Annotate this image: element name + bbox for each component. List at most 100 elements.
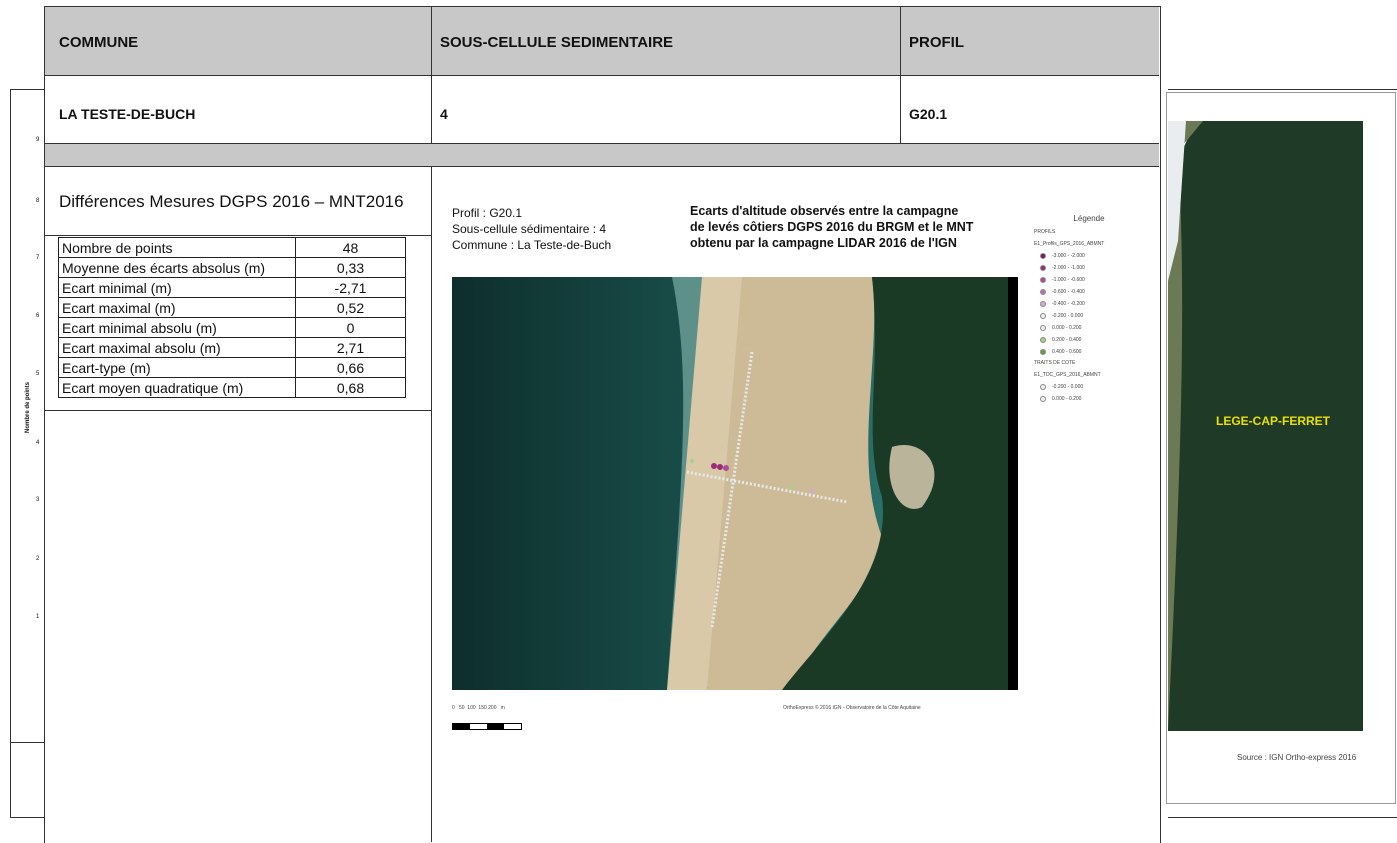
legend-item: -2.000 - -1.000 [1034,262,1144,274]
left-bracket-mid [10,742,44,743]
divider [900,7,901,143]
legend-item: -0.200 - 0.000 [1034,381,1144,393]
stats-row: Moyenne des écarts absolus (m) 0,33 [58,257,406,278]
legend-item: -3.000 - -2.000 [1034,250,1144,262]
legend-item: -0.600 - -0.400 [1034,286,1144,298]
legend-dot-icon [1040,349,1046,355]
stats-value: 0,68 [295,377,406,398]
axis-tick: 4 [36,440,40,446]
legend-dot-icon [1040,277,1046,283]
axis-tick: 3 [36,497,40,503]
stats-label: Ecart moyen quadratique (m) [58,377,296,398]
legend-layer-2: E1_TDC_GPS_2016_ABMNT [1034,372,1101,378]
axis-tick: 2 [36,556,40,562]
map-info-2: Sous-cellule sédimentaire : 4 [452,222,607,236]
content-divider [431,167,432,842]
stats-label: Moyenne des écarts absolus (m) [58,257,296,278]
stats-row: Ecart maximal (m) 0,52 [58,297,406,318]
stats-value: 48 [295,237,406,258]
side-place-label: LEGE-CAP-FERRET [1216,414,1330,428]
legend-dot-icon [1040,325,1046,331]
stats-title: Différences Mesures DGPS 2016 – MNT2016 [59,192,404,211]
header-profil: PROFIL [909,34,964,51]
legend-item: -0.400 - -0.200 [1034,298,1144,310]
map-title-1: Ecarts d'altitude observés entre la camp… [690,204,959,218]
stats-label: Ecart maximal absolu (m) [58,337,296,358]
side-source: Source : IGN Ortho-express 2016 [1237,753,1357,762]
axis-tick: 5 [36,371,40,377]
left-bracket-top [10,89,44,90]
legend-item: 0.000 - 0.200 [1034,393,1144,405]
stats-row: Ecart maximal absolu (m) 2,71 [58,337,406,358]
axis-tick: 6 [36,313,40,319]
legend-group-1: PROFILS [1034,229,1056,235]
legend-label: -0.200 - 0.000 [1052,313,1084,319]
stats-row: Ecart-type (m) 0,66 [58,357,406,378]
stats-label: Ecart minimal (m) [58,277,296,298]
value-cellule: 4 [440,106,448,122]
axis-label: Nombre de points [25,381,31,433]
map-credit: OrthoExpress © 2016 IGN - Observatoire d… [783,705,921,711]
legend-label: 0.000 - 0.200 [1052,396,1082,402]
stats-value: 2,71 [295,337,406,358]
legend-label: -0.600 - -0.400 [1052,289,1085,295]
legend-group-2: TRAITS DE COTE [1034,360,1076,366]
map-info-3: Commune : La Teste-de-Buch [452,238,612,252]
legend-label: 0.000 - 0.200 [1052,325,1082,331]
stats-value: 0,33 [295,257,406,278]
stats-value: 0,66 [295,357,406,378]
legend-layer-1: E1_Profils_GPS_2016_ABMNT [1034,241,1105,247]
map-title-2: de levés côtiers DGPS 2016 du BRGM et le… [690,220,974,234]
stats-value: -2,71 [295,277,406,298]
aerial-map-graphic [452,277,1018,690]
stats-row: Ecart minimal (m) -2,71 [58,277,406,298]
stats-value: 0,52 [295,297,406,318]
legend-dot-icon [1040,337,1046,343]
header-commune: COMMUNE [59,34,139,51]
values-row [45,76,1159,144]
map-legend: Légende PROFILS E1_Profils_GPS_2016_ABMN… [1034,214,1144,405]
legend-label: -1.000 - -0.600 [1052,277,1085,283]
stats-label: Ecart minimal absolu (m) [58,317,296,338]
legend-item: 0.000 - 0.200 [1034,322,1144,334]
legend-dot-icon [1040,384,1046,390]
legend-item: 0.200 - 0.400 [1034,334,1144,346]
side-top-line [1168,89,1397,90]
stats-label: Ecart-type (m) [58,357,296,378]
legend-dot-icon [1040,313,1046,319]
axis-tick: 1 [36,614,40,620]
stats-label: Nombre de points [58,237,296,258]
stats-row: Ecart moyen quadratique (m) 0,68 [58,377,406,398]
legend-label: -0.400 - -0.200 [1052,301,1085,307]
legend-label: 0.400 - 0.600 [1052,349,1082,355]
legend-dot-icon [1040,396,1046,402]
axis-tick: 9 [36,137,40,143]
stats-value: 0 [295,317,406,338]
legend-dot-icon [1040,265,1046,271]
stats-row: Ecart minimal absolu (m) 0 [58,317,406,338]
stats-bottom-line [45,410,431,411]
legend-item: -0.200 - 0.000 [1034,310,1144,322]
map-title-3: obtenu par la campagne LIDAR 2016 de l'I… [690,236,957,250]
axis-tick: 7 [36,255,40,261]
left-bracket-line [10,89,11,817]
legend-item: 0.400 - 0.600 [1034,346,1144,358]
legend-label: -0.200 - 0.000 [1052,384,1084,390]
legend-dot-icon [1040,301,1046,307]
legend-dot-icon [1040,289,1046,295]
spacer-row [45,144,1159,167]
left-bracket-bottom [10,817,44,818]
divider [431,7,432,143]
header-sous-cellule: SOUS-CELLULE SEDIMENTAIRE [440,34,674,51]
legend-label: 0.200 - 0.400 [1052,337,1082,343]
value-profil: G20.1 [909,106,948,122]
legend-label: -2.000 - -1.000 [1052,265,1085,271]
legend-dot-icon [1040,253,1046,259]
aerial-map [452,277,1018,690]
stats-table: Nombre de points 48 Moyenne des écarts abs… [58,237,406,398]
stats-label: Ecart maximal (m) [58,297,296,318]
side-bottom-line [1168,817,1397,818]
legend-title: Légende [1073,214,1105,223]
legend-item: -1.000 - -0.600 [1034,274,1144,286]
scale-label: 0 50 100 150 200 m [452,705,505,711]
